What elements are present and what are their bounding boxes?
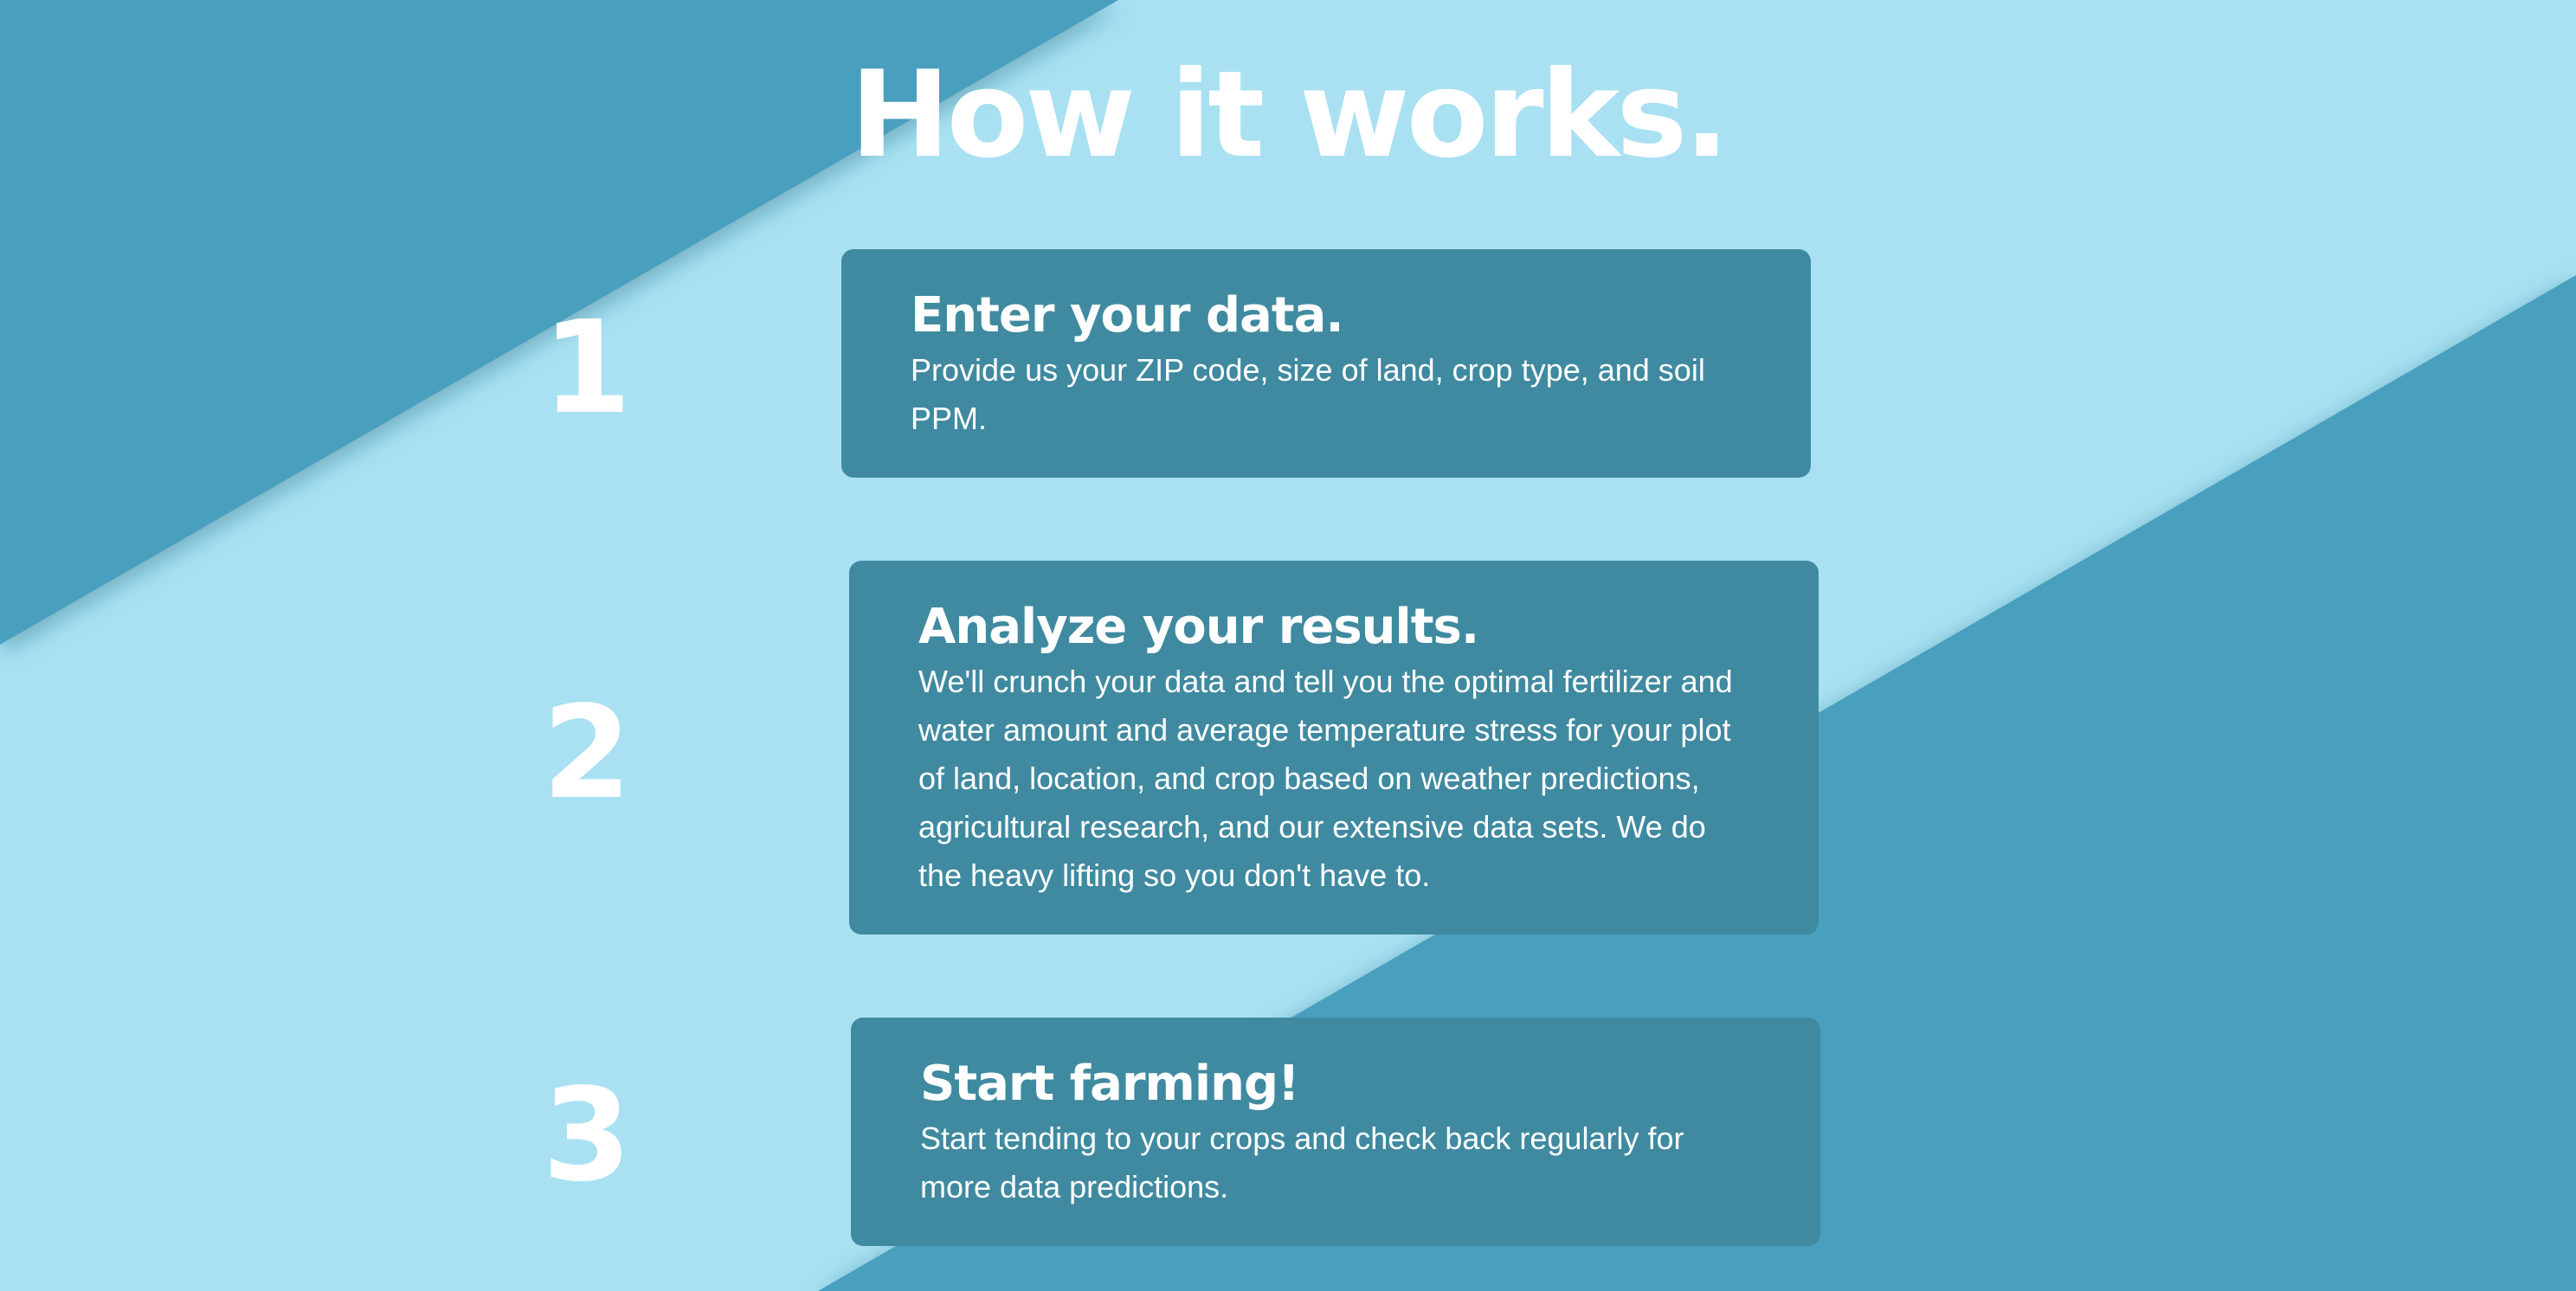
step-description-analyze-results: We'll crunch your data and tell you the … <box>918 664 1733 893</box>
step-title-enter-data: Enter your data. <box>911 287 1344 344</box>
step-card-analyze-results: Analyze your results. We'll crunch your … <box>849 561 1819 935</box>
step-number-3: 3 <box>542 1061 632 1210</box>
step-description-start-farming: Start tending to your crops and check ba… <box>920 1121 1684 1204</box>
step-title-analyze-results: Analyze your results. <box>918 599 1479 655</box>
step-number-2: 2 <box>542 678 632 827</box>
step-card-enter-data: Enter your data. Provide us your ZIP cod… <box>841 249 1811 478</box>
step-card-start-farming: Start farming! Start tending to your cro… <box>851 1018 1820 1246</box>
step-title-start-farming: Start farming! <box>920 1056 1300 1112</box>
step-number-1: 1 <box>542 293 632 442</box>
step-description-enter-data: Provide us your ZIP code, size of land, … <box>911 352 1705 436</box>
page-title: How it works. <box>850 45 1729 184</box>
